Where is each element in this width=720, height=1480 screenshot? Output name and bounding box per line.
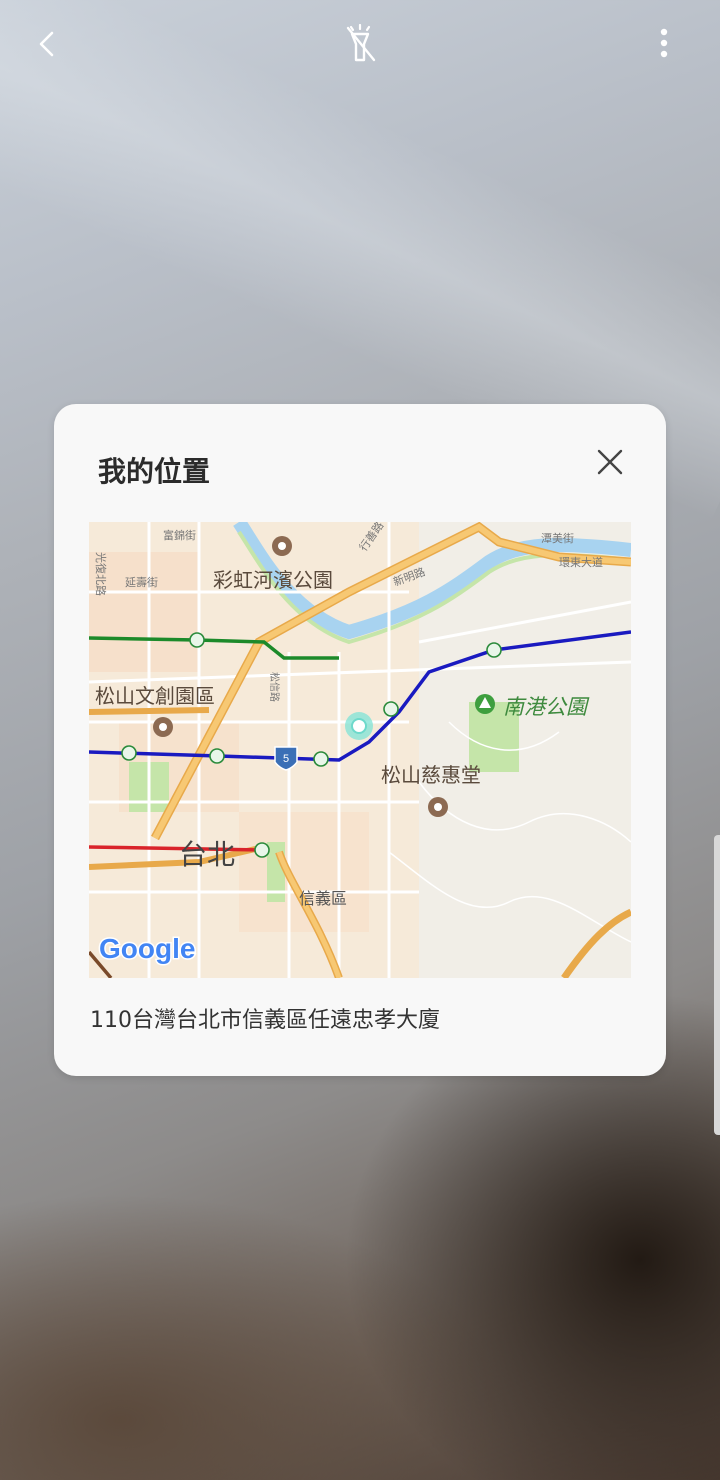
more-vertical-icon	[660, 28, 668, 58]
map-label: 環東大道	[559, 555, 603, 569]
map-label: 台北	[179, 838, 235, 871]
back-button[interactable]	[24, 20, 72, 68]
more-options-button[interactable]	[640, 20, 688, 68]
flashlight-button[interactable]	[336, 20, 384, 68]
chevron-left-icon	[39, 31, 54, 57]
map-label: 南港公園	[503, 695, 590, 719]
close-button[interactable]	[588, 440, 632, 484]
address-text: 110台灣台北市信義區任遠忠孝大廈	[90, 1008, 440, 1033]
edge-panel-handle[interactable]	[714, 835, 720, 1135]
map-label: 光復北路	[94, 552, 108, 596]
map-label: 彩虹河濱公園	[213, 568, 333, 592]
map-label: 松山文創園區	[95, 684, 215, 708]
map-label: 延壽街	[125, 575, 158, 589]
location-map[interactable]: 5 彩虹河濱公園 松山文創園區 南港公園 松山慈惠堂 台北 信義區 富錦街 延壽…	[89, 522, 631, 978]
map-label: 松山慈惠堂	[381, 763, 481, 787]
location-card: 我的位置 5 彩虹河濱公園 松山文創園區 南港公園 松山慈惠堂 台北 信義區 富…	[54, 404, 666, 1076]
map-label: 富錦街	[163, 528, 196, 542]
flashlight-off-icon	[346, 24, 376, 62]
map-label: 潭美街	[541, 531, 574, 545]
google-logo-text: Google	[99, 933, 195, 964]
google-logo: Google	[98, 932, 197, 966]
map-label: 信義區	[299, 889, 347, 908]
card-title: 我的位置	[98, 455, 211, 488]
map-canvas: 5 彩虹河濱公園 松山文創園區 南港公園 松山慈惠堂 台北 信義區 富錦街 延壽…	[89, 522, 631, 978]
route-shield-label: 5	[283, 753, 289, 765]
map-label: 松信路	[268, 672, 281, 702]
close-icon	[597, 449, 623, 475]
top-toolbar	[0, 0, 720, 90]
